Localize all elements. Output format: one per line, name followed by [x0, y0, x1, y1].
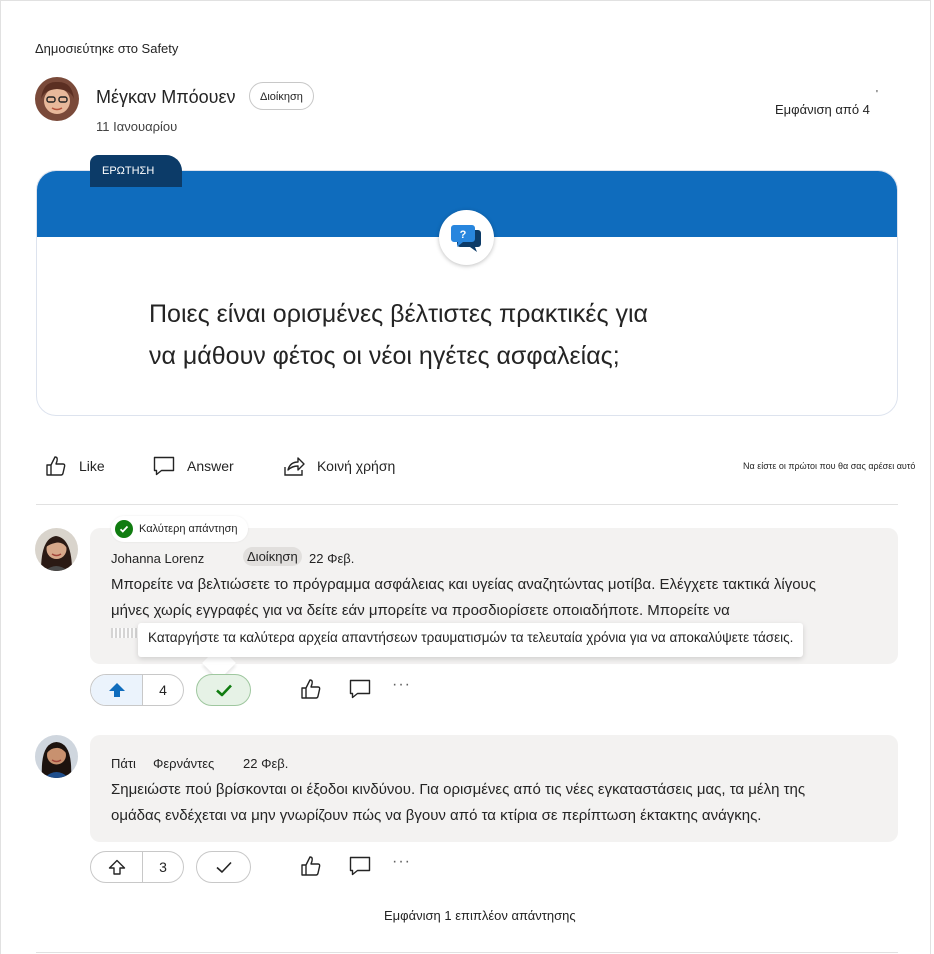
question-icon: ?	[439, 210, 494, 265]
posted-in-label[interactable]: Δημοσιεύτηκε στο Safety	[35, 41, 178, 56]
answer-2-mark-best-button[interactable]	[196, 851, 251, 883]
answer-2-author-first[interactable]: Πάτι	[111, 756, 136, 771]
thumbs-up-icon	[301, 856, 321, 876]
answer-1-author[interactable]: Johanna Lorenz	[111, 551, 204, 566]
svg-text:?: ?	[459, 229, 466, 241]
answer-1-date: 22 Φεβ.	[309, 551, 355, 566]
comment-icon	[153, 456, 175, 476]
answer-2-more-button[interactable]: ···	[392, 853, 411, 871]
answer-1-obscured-text	[111, 628, 141, 638]
answer-2-date: 22 Φεβ.	[243, 756, 289, 771]
answer-2-line-1: Σημειώστε πού βρίσκονται οι έξοδοι κινδύ…	[111, 781, 806, 798]
thumbs-up-icon	[46, 456, 66, 476]
author-avatar[interactable]	[35, 77, 79, 121]
post-card: Δημοσιεύτηκε στο Safety Μέγκαν Μπόουεν Δ…	[0, 0, 931, 954]
answer-1-mark-best-button[interactable]	[196, 674, 251, 706]
answer-2-vote-control: 3	[90, 851, 184, 883]
answer-2-line-2: ομάδας ενδέχεται να μην γνωρίζουν πώς να…	[111, 807, 762, 824]
answer-1-more-button[interactable]: ···	[392, 676, 411, 694]
question-line-1: Ποιες είναι ορισμένες βέλτιστες πρακτικέ…	[149, 300, 648, 328]
question-text: Ποιες είναι ορισμένες βέλτιστες πρακτικέ…	[149, 293, 809, 377]
answer-button[interactable]: Answer	[153, 455, 234, 477]
checkmark-outline-icon	[215, 861, 232, 873]
arrow-up-filled-icon	[108, 683, 125, 697]
answer-1-avatar[interactable]	[35, 528, 78, 571]
question-tag: ΕΡΩΤΗΣΗ	[90, 155, 182, 187]
answer-1-like-button[interactable]	[300, 678, 322, 700]
like-label: Like	[79, 458, 105, 474]
author-name[interactable]: Μέγκαν Μπόουεν	[96, 87, 236, 108]
best-answer-badge: Καλύτερη απάντηση	[111, 516, 248, 542]
answer-1-reply-button[interactable]	[349, 678, 371, 700]
bottom-divider	[36, 952, 898, 953]
divider	[36, 504, 898, 505]
answer-1-upvote-button[interactable]	[91, 675, 143, 705]
viewed-by-link[interactable]: Εμφάνιση από 4	[775, 102, 870, 117]
answer-1-line-2: μήνες χωρίς εγγραφές για να δείτε εάν μπ…	[111, 602, 730, 619]
post-date: 11 Ιανουαρίου	[96, 119, 178, 134]
answer-label: Answer	[187, 458, 234, 474]
answer-2-vote-count: 3	[159, 859, 167, 875]
best-answer-label: Καλύτερη απάντηση	[139, 523, 238, 535]
viewed-by-mark: '	[876, 89, 878, 100]
comment-icon	[349, 679, 371, 699]
comment-icon	[349, 856, 371, 876]
checkmark-icon	[215, 684, 232, 697]
answer-2-reply-button[interactable]	[349, 855, 371, 877]
first-like-prompt: Να είστε οι πρώτοι που θα σας αρέσει αυτ…	[743, 461, 916, 471]
arrow-up-outline-icon	[108, 859, 125, 875]
answer-1-line-1: Μπορείτε να βελτιώσετε το πρόγραμμα ασφά…	[111, 576, 816, 593]
share-label: Κοινή χρήση	[317, 458, 396, 474]
check-circle-icon	[115, 520, 133, 538]
like-button[interactable]: Like	[45, 455, 105, 477]
thumbs-up-icon	[301, 679, 321, 699]
answer-2-avatar[interactable]	[35, 735, 78, 778]
share-button[interactable]: Κοινή χρήση	[283, 455, 395, 477]
answer-2-like-button[interactable]	[300, 855, 322, 877]
question-line-2: να μάθουν φέτος οι νέοι ηγέτες ασφαλείας…	[149, 342, 620, 370]
answer-2-upvote-button[interactable]	[91, 852, 143, 882]
answer-1-role-badge: Διοίκηση	[243, 547, 302, 566]
answer-1-vote-count: 4	[159, 682, 167, 698]
show-more-answers-link[interactable]: Εμφάνιση 1 επιπλέον απάντησης	[384, 908, 576, 923]
share-icon	[284, 457, 305, 476]
answer-1-tooltip: Καταργήστε τα καλύτερα αρχεία απαντήσεων…	[138, 623, 804, 657]
answer-1-vote-control: 4	[90, 674, 184, 706]
author-role-badge: Διοίκηση	[249, 82, 314, 110]
answer-2-author-last[interactable]: Φερνάντες	[153, 756, 214, 771]
